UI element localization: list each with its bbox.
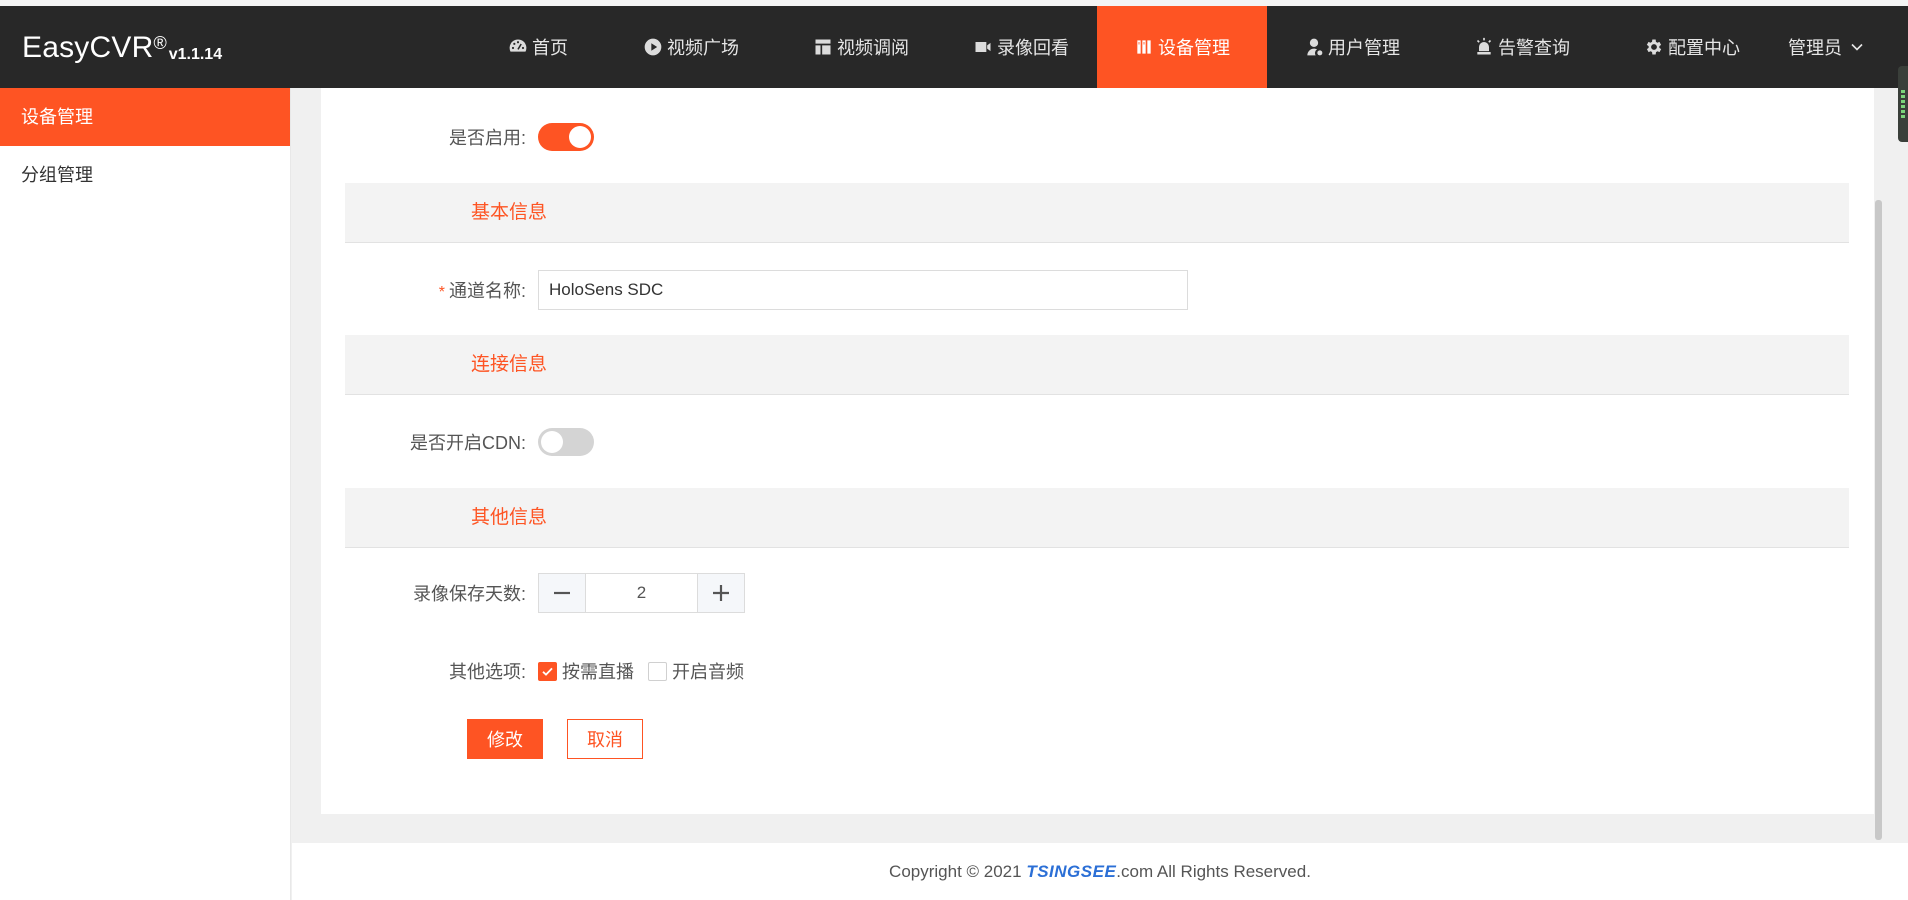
nav-item-video-square[interactable]: 视频广场: [606, 6, 776, 88]
cdn-row: 是否开启CDN:: [321, 428, 594, 456]
cdn-label: 是否开启CDN:: [410, 433, 526, 453]
checkbox-checked[interactable]: [538, 661, 557, 681]
device-icon: [1137, 40, 1151, 54]
record-days-row: 录像保存天数: 2: [321, 573, 745, 613]
nav-label: 视频广场: [667, 38, 739, 58]
tsingsee-logo[interactable]: TSINGSEE: [1026, 862, 1116, 881]
other-options-row: 其他选项: 按需直播 开启音频: [321, 659, 758, 683]
nav-label: 告警查询: [1498, 38, 1570, 58]
checkbox-unchecked[interactable]: [648, 661, 667, 681]
nav-item-alarm-query[interactable]: 告警查询: [1437, 6, 1607, 88]
section-other-info: 其他信息: [345, 488, 1849, 548]
copyright-suffix: .com All Rights Reserved.: [1116, 862, 1311, 881]
channel-name-label: * 通道名称:: [321, 277, 538, 303]
nav-label: 配置中心: [1668, 38, 1740, 58]
sidebar-item-device-management[interactable]: 设备管理: [0, 88, 290, 146]
nav-item-home[interactable]: 首页: [470, 6, 606, 88]
channel-name-input[interactable]: [538, 270, 1188, 310]
chevron-down-icon: [1851, 43, 1863, 51]
section-title: 连接信息: [471, 354, 548, 375]
record-days-label: 录像保存天数:: [412, 584, 526, 604]
nav-label: 首页: [532, 38, 568, 58]
cancel-button[interactable]: 取消: [567, 719, 643, 759]
check-icon: [542, 667, 553, 676]
decrement-button[interactable]: [539, 574, 586, 612]
enable-row: 是否启用:: [321, 123, 594, 151]
section-title: 其他信息: [471, 507, 548, 528]
minus-icon: [554, 591, 570, 595]
other-options-label: 其他选项:: [448, 662, 526, 682]
app-logo[interactable]: EasyCVR ® v1.1.14: [22, 30, 222, 70]
registered-mark: ®: [153, 33, 167, 53]
nav-item-device-management[interactable]: 设备管理: [1097, 6, 1267, 88]
option-label: 按需直播: [562, 662, 634, 682]
required-mark: *: [438, 284, 445, 301]
admin-menu[interactable]: 管理员: [1788, 6, 1864, 88]
footer: Copyright © 2021 TSINGSEE.com All Rights…: [292, 843, 1908, 900]
app-version: v1.1.14: [168, 46, 223, 63]
enable-label: 是否启用:: [448, 128, 526, 148]
sidebar: 设备管理 分组管理: [0, 88, 291, 900]
option-label: 开启音频: [672, 662, 744, 682]
record-days-value[interactable]: 2: [586, 574, 697, 612]
cdn-toggle[interactable]: [538, 428, 594, 456]
sidebar-item-group-management[interactable]: 分组管理: [0, 146, 290, 204]
admin-label: 管理员: [1788, 38, 1842, 58]
channel-name-label-text: 通道名称:: [448, 281, 526, 301]
record-days-stepper: 2: [538, 573, 745, 613]
scrollbar-thumb[interactable]: [1875, 200, 1882, 840]
play-circle-icon: [644, 38, 662, 56]
user-icon: [1307, 38, 1323, 56]
nav-item-video-review[interactable]: 视频调阅: [776, 6, 946, 88]
section-basic-info: 基本信息: [345, 183, 1849, 243]
layout-icon: [815, 39, 831, 55]
brand-name: EasyCVR: [22, 31, 154, 64]
plus-icon: [713, 585, 729, 601]
video-camera-icon: [975, 42, 991, 52]
nav-label: 设备管理: [1158, 38, 1230, 58]
gear-icon: [1646, 39, 1662, 55]
option-enable-audio[interactable]: 开启音频: [648, 658, 744, 684]
section-title: 基本信息: [471, 202, 548, 223]
submit-button[interactable]: 修改: [467, 719, 543, 759]
nav-label: 视频调阅: [837, 38, 909, 58]
nav-label: 录像回看: [997, 38, 1069, 58]
nav-item-playback[interactable]: 录像回看: [946, 6, 1096, 88]
dashboard-icon: [509, 39, 527, 52]
option-on-demand-live[interactable]: 按需直播: [538, 658, 634, 684]
copyright-prefix: Copyright © 2021: [889, 862, 1027, 881]
nav-label: 用户管理: [1328, 38, 1400, 58]
toggle-knob: [569, 126, 591, 148]
enable-toggle[interactable]: [538, 123, 594, 151]
copyright-text: Copyright © 2021 TSINGSEE.com All Rights…: [292, 862, 1908, 882]
edge-widget: [1898, 66, 1908, 142]
top-navbar: EasyCVR ® v1.1.14 首页 视频广场 视频调阅 录像回看 设备管理…: [0, 6, 1908, 88]
alarm-icon: [1476, 37, 1492, 55]
section-connection-info: 连接信息: [345, 335, 1849, 395]
toggle-knob: [541, 431, 563, 453]
nav-item-user-management[interactable]: 用户管理: [1267, 6, 1437, 88]
channel-name-row: * 通道名称:: [321, 270, 1188, 310]
nav-item-config-center[interactable]: 配置中心: [1607, 6, 1777, 88]
increment-button[interactable]: [697, 574, 744, 612]
